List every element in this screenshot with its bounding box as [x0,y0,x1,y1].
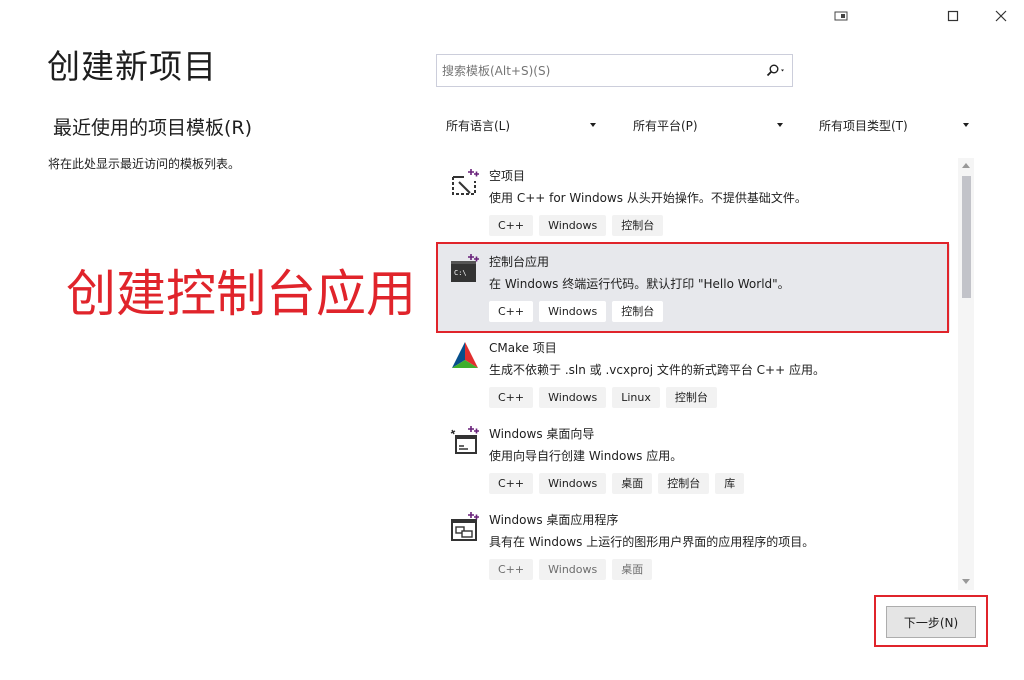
tag: Windows [539,559,607,580]
platform-filter[interactable]: 所有平台(P) [624,110,791,141]
tag: Linux [612,387,660,408]
template-tags: C++ Windows 桌面 [489,559,653,580]
search-input[interactable] [437,55,757,86]
template-tags: C++ Windows 控制台 [489,215,664,236]
template-list-scrollbar[interactable] [958,158,974,590]
tag: C++ [489,215,534,236]
template-description: 使用向导自行创建 Windows 应用。 [489,449,683,463]
template-name: Windows 桌面向导 [489,427,595,441]
tag: 控制台 [658,473,710,494]
maximize-button[interactable] [938,4,968,28]
recent-templates-empty-text: 将在此处显示最近访问的模板列表。 [48,157,241,171]
template-list: 空项目 使用 C++ for Windows 从头开始操作。不提供基础文件。 C… [436,158,974,590]
recent-templates-title: 最近使用的项目模板(R) [53,117,253,139]
next-button[interactable]: 下一步(N) [886,606,976,638]
template-item-desktop-app[interactable]: Windows 桌面应用程序 具有在 Windows 上运行的图形用户界面的应用… [436,502,950,590]
template-name: Windows 桌面应用程序 [489,513,619,527]
cmake-icon [452,342,478,368]
project-type-filter[interactable]: 所有项目类型(T) [810,110,977,141]
template-description: 具有在 Windows 上运行的图形用户界面的应用程序的项目。 [489,535,815,549]
template-item-empty-project[interactable]: 空项目 使用 C++ for Windows 从头开始操作。不提供基础文件。 C… [436,158,950,246]
desktop-app-icon [451,512,479,541]
tag: C++ [489,301,534,322]
snap-icon [834,11,848,21]
template-item-cmake-project[interactable]: CMake 项目 生成不依赖于 .sln 或 .vcxproj 文件的新式跨平台… [436,330,950,418]
console-app-icon: C:\ [451,254,479,282]
snap-layout-button[interactable] [826,4,856,28]
template-name: 空项目 [489,169,526,183]
tag: Windows [539,301,607,322]
page-title: 创建新项目 [47,47,217,86]
tag: Windows [539,473,607,494]
tag: C++ [489,559,534,580]
platform-filter-label: 所有平台(P) [633,119,698,133]
search-box[interactable] [436,54,793,87]
chevron-down-icon [963,123,969,127]
template-description: 在 Windows 终端运行代码。默认打印 "Hello World"。 [489,277,790,291]
template-description: 生成不依赖于 .sln 或 .vcxproj 文件的新式跨平台 C++ 应用。 [489,363,825,377]
empty-project-icon [452,169,479,195]
tag: C++ [489,387,534,408]
tag: Windows [539,215,607,236]
tag: Windows [539,387,607,408]
annotation-text: 创建控制台应用 [66,265,416,323]
scroll-down-arrow-icon[interactable] [962,579,970,584]
tag: C++ [489,473,534,494]
scroll-up-arrow-icon[interactable] [962,163,970,168]
tag: 控制台 [665,387,717,408]
chevron-down-icon [777,123,783,127]
tag: 控制台 [612,215,664,236]
template-name: 控制台应用 [489,255,550,269]
tag: 控制台 [612,301,664,322]
close-button[interactable] [986,4,1016,28]
template-tags: C++ Windows 桌面 控制台 库 [489,473,745,494]
scrollbar-thumb[interactable] [962,176,971,298]
tag: 库 [715,473,745,494]
project-type-filter-label: 所有项目类型(T) [819,119,908,133]
chevron-down-icon [590,123,596,127]
tag: 桌面 [612,559,653,580]
template-name: CMake 项目 [489,341,557,355]
close-icon [995,10,1007,22]
language-filter[interactable]: 所有语言(L) [437,110,604,141]
language-filter-label: 所有语言(L) [446,119,511,133]
search-icon[interactable] [764,63,788,79]
template-description: 使用 C++ for Windows 从头开始操作。不提供基础文件。 [489,191,807,205]
maximize-icon [947,10,959,22]
template-item-console-app[interactable]: C:\ 控制台应用 在 Windows 终端运行代码。默认打印 "Hello W… [436,244,950,332]
wizard-icon [450,426,479,454]
console-icon-text: C:\ [454,269,467,277]
template-tags: C++ Windows Linux 控制台 [489,387,717,408]
template-tags: C++ Windows 控制台 [489,301,664,322]
tag: 桌面 [612,473,653,494]
template-item-desktop-wizard[interactable]: Windows 桌面向导 使用向导自行创建 Windows 应用。 C++ Wi… [436,416,950,504]
